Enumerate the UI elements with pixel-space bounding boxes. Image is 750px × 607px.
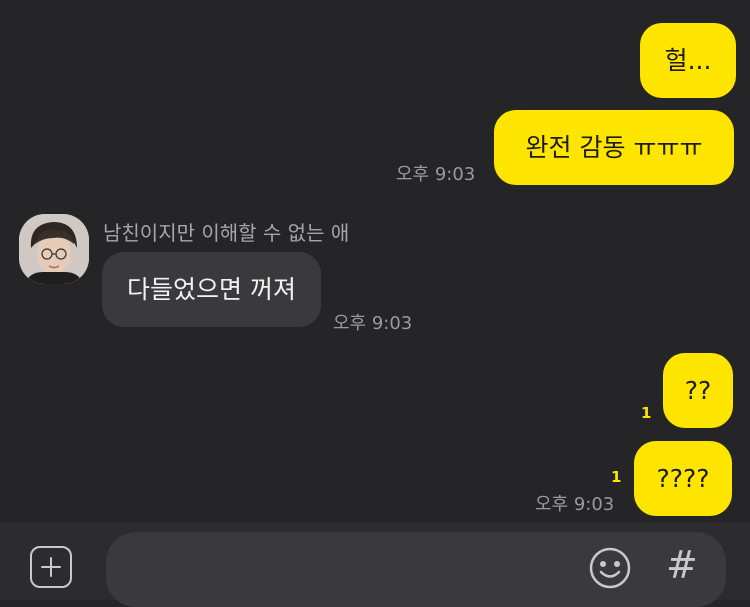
attach-plus-icon[interactable]	[30, 546, 72, 588]
message-text: ??	[684, 376, 712, 405]
message-timestamp: 오후 9:03	[396, 164, 476, 185]
message-text: ????	[656, 464, 710, 493]
hashtag-icon[interactable]: #	[666, 543, 698, 587]
my-message-bubble[interactable]: ??	[663, 353, 733, 428]
message-timestamp: 오후 9:03	[535, 494, 615, 515]
sender-name: 남친이지만 이해할 수 없는 애	[103, 221, 350, 245]
message-text: 완전 감동 ㅠㅠㅠ	[525, 133, 703, 162]
message-input[interactable]	[106, 532, 726, 607]
avatar-photo-icon	[19, 214, 89, 284]
message-text: 다들었으면 꺼져	[127, 275, 296, 304]
my-message-bubble[interactable]: ????	[634, 441, 732, 516]
my-message-bubble[interactable]: 완전 감동 ㅠㅠㅠ	[494, 110, 734, 185]
unread-count: 1	[641, 404, 652, 422]
chat-area: 헐... 완전 감동 ㅠㅠㅠ 오후 9:03 남친이지만 이해할 수 없는 애 …	[0, 0, 750, 522]
sender-avatar[interactable]	[19, 214, 89, 284]
unread-count: 1	[611, 468, 622, 486]
smiley-icon	[589, 547, 631, 589]
message-timestamp: 오후 9:03	[333, 313, 413, 334]
their-message-bubble[interactable]: 다들었으면 꺼져	[102, 252, 321, 327]
message-text: 헐...	[664, 46, 712, 75]
emoji-button[interactable]	[588, 546, 632, 590]
my-message-bubble[interactable]: 헐...	[640, 23, 736, 98]
